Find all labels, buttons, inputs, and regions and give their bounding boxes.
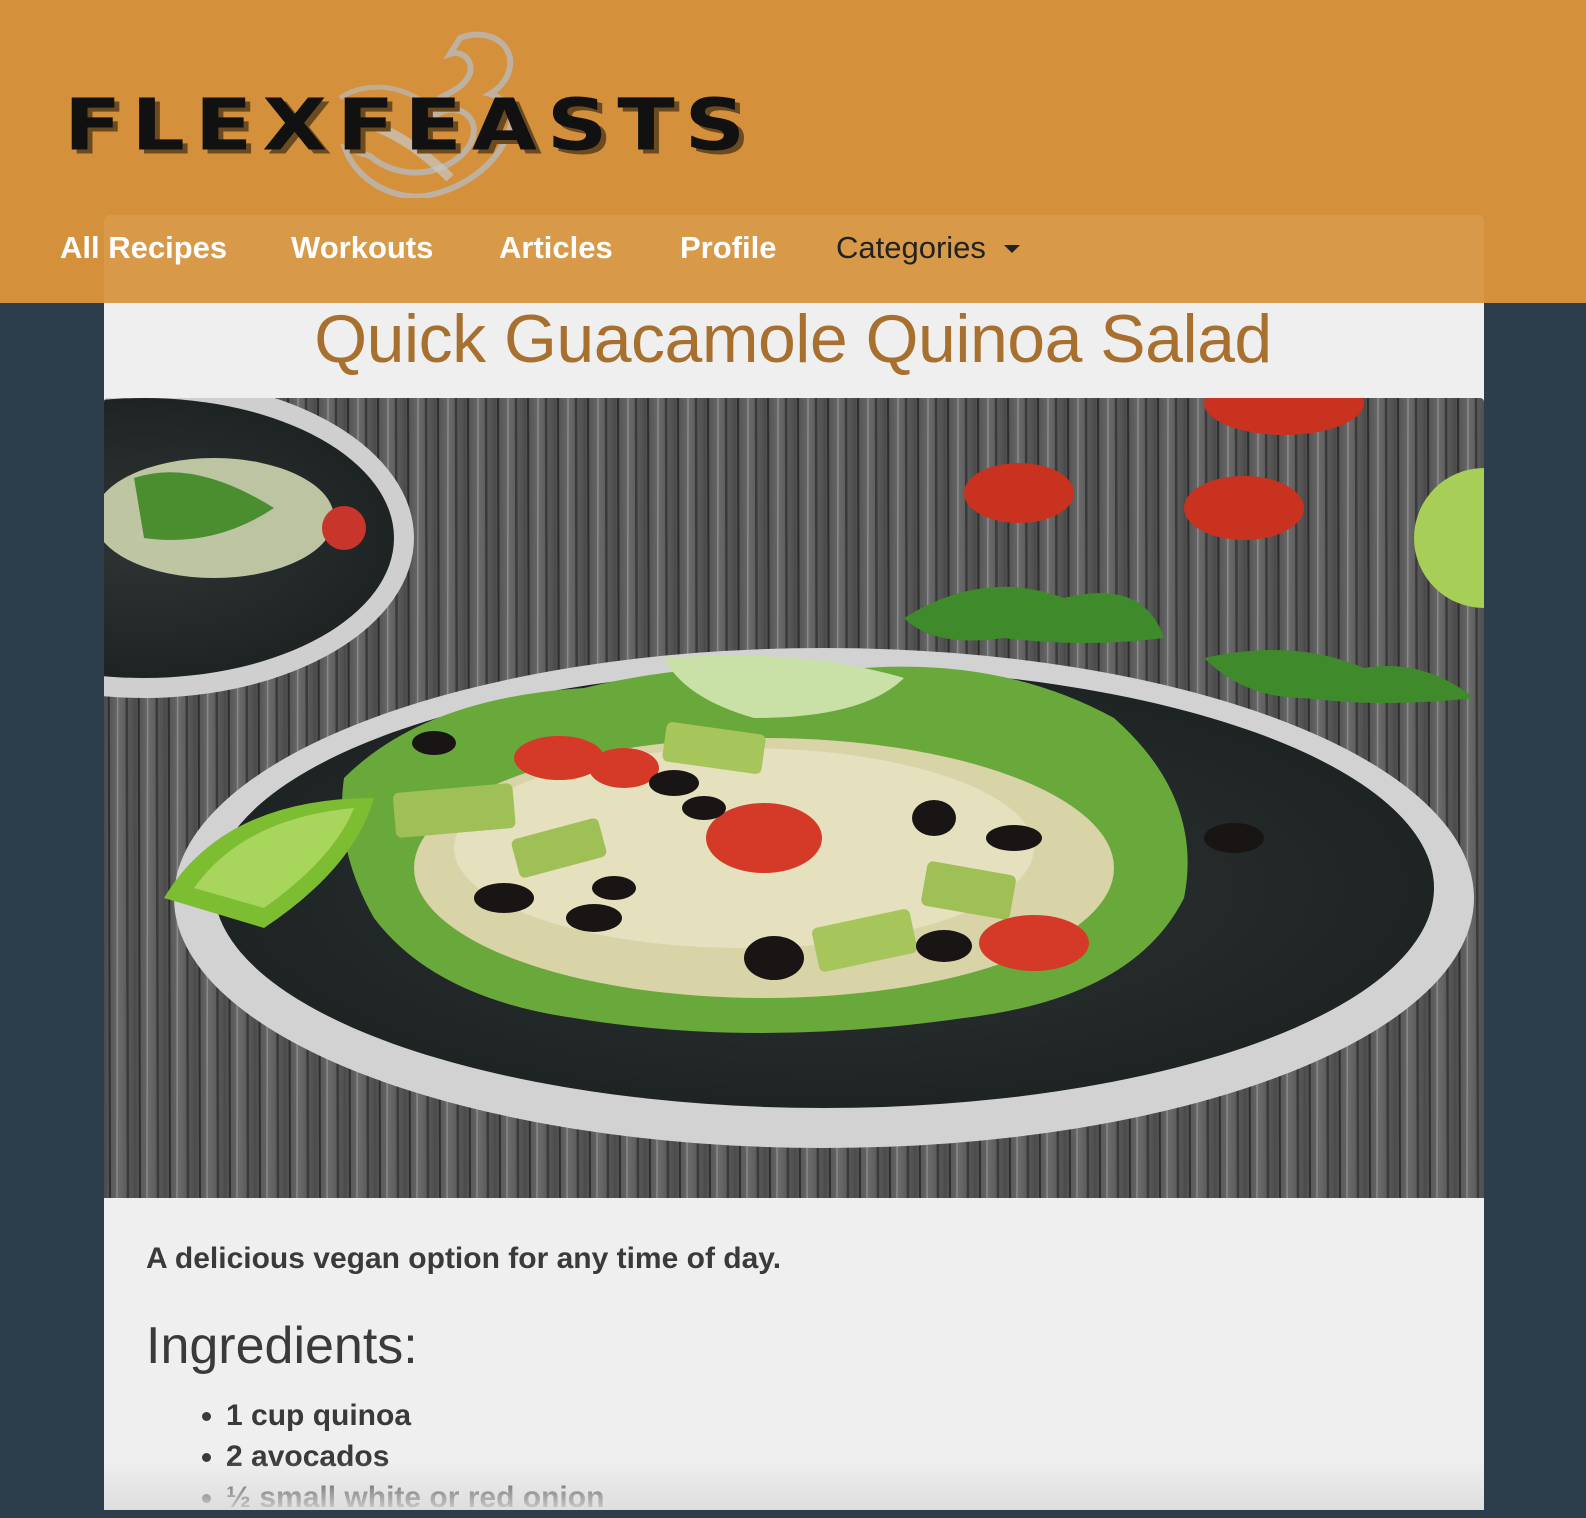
ingredients-heading: Ingredients: xyxy=(146,1317,418,1375)
categories-dropdown-label: Categories xyxy=(836,230,986,265)
caret-down-icon xyxy=(1003,245,1020,253)
recipe-hero-image xyxy=(104,398,1484,1198)
recipe-title: Quick Guacamole Quinoa Salad xyxy=(314,301,1272,377)
ingredient-item: 1 cup quinoa xyxy=(226,1395,604,1436)
nav-link-all-recipes[interactable]: All Recipes xyxy=(60,230,227,266)
categories-dropdown[interactable]: Categories xyxy=(836,230,1020,266)
site-logo[interactable]: FLEXFEASTS xyxy=(60,28,820,198)
nav-link-profile[interactable]: Profile xyxy=(680,230,776,266)
nav-link-articles[interactable]: Articles xyxy=(499,230,613,266)
nav-link-workouts[interactable]: Workouts xyxy=(291,230,433,266)
ingredients-list: 1 cup quinoa 2 avocados ½ small white or… xyxy=(146,1395,604,1518)
recipe-description: A delicious vegan option for any time of… xyxy=(146,1242,782,1275)
brand-wordmark: FLEXFEASTS xyxy=(64,83,756,167)
ingredient-item: 2 avocados xyxy=(226,1436,604,1477)
ingredient-item: ½ small white or red onion xyxy=(226,1477,604,1518)
salad-photo xyxy=(104,398,1484,1198)
